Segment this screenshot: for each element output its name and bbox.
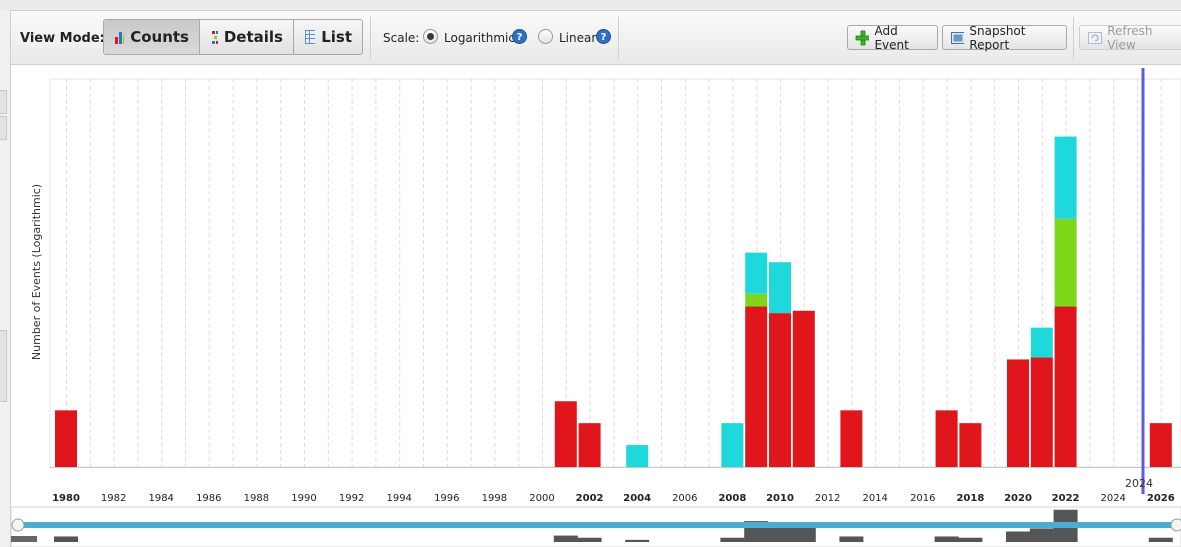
x-tick-label: 2000	[529, 493, 554, 504]
bar-segment[interactable]	[578, 423, 601, 467]
overview-bar	[791, 526, 816, 542]
x-tick-label: 1990	[291, 493, 316, 504]
bar-segment[interactable]	[1054, 306, 1077, 467]
y-axis-label: Number of Events (Logarithmic)	[30, 184, 43, 360]
bar-segment[interactable]	[1030, 327, 1053, 358]
bar-segment[interactable]	[1054, 136, 1077, 219]
bar-segment[interactable]	[769, 313, 791, 467]
bar-segment[interactable]	[1149, 423, 1172, 467]
x-tick-label: 2012	[815, 493, 840, 504]
x-tick-label: 1998	[482, 493, 507, 504]
x-tick-label: 1986	[196, 493, 221, 504]
overview-bar	[577, 537, 602, 542]
overview-bar	[11, 536, 37, 542]
x-tick-label: 2006	[672, 493, 697, 504]
x-tick-label: 2002	[576, 493, 604, 504]
x-tick-label: 2010	[766, 493, 794, 504]
x-tick-label: 1984	[148, 493, 173, 504]
x-tick-label: 2016	[910, 493, 935, 504]
x-tick-label: 1980	[52, 493, 80, 504]
overview-bar	[1148, 537, 1173, 542]
x-tick-label: 1982	[101, 493, 126, 504]
x-tick-label: 2020	[1004, 493, 1032, 504]
bar-segment[interactable]	[554, 401, 577, 467]
overview-bar	[958, 537, 983, 542]
bar-segment[interactable]	[769, 262, 791, 314]
overview-bar	[553, 535, 578, 542]
bar-segment[interactable]	[55, 410, 77, 467]
x-tick-label: 2026	[1147, 493, 1175, 504]
overview-bar	[54, 536, 78, 542]
bar-segment[interactable]	[792, 310, 815, 467]
x-tick-label: 1992	[339, 493, 364, 504]
overview-histogram	[10, 506, 1181, 547]
overview-bar	[1006, 531, 1030, 542]
bar-segment[interactable]	[745, 293, 768, 307]
bar-segment[interactable]	[1030, 357, 1053, 467]
current-date-marker-label: 2024	[1125, 477, 1153, 490]
bar-segment[interactable]	[935, 410, 958, 467]
x-tick-label: 2024	[1100, 493, 1125, 504]
overview-bar	[1029, 528, 1054, 542]
overview-range-bar[interactable]	[18, 522, 1181, 528]
overview-bar	[625, 539, 650, 542]
overview-bar	[934, 536, 959, 542]
x-tick-label: 1988	[244, 493, 269, 504]
x-tick-label: 2008	[718, 493, 746, 504]
x-tick-label: 1996	[434, 493, 459, 504]
x-tick-label: 2018	[956, 493, 984, 504]
bar-segment[interactable]	[840, 410, 863, 467]
bar-segment[interactable]	[721, 423, 744, 467]
x-tick-label: 2022	[1052, 493, 1080, 504]
bar-segment[interactable]	[959, 423, 982, 467]
bar-segment[interactable]	[1007, 359, 1029, 467]
bar-segment[interactable]	[626, 445, 649, 467]
overview-bar	[720, 537, 745, 542]
bar-segment[interactable]	[745, 252, 768, 294]
event-count-chart: 1980 1982 1984 1986 1988 1990 1992 1994 1996 1998…	[10, 68, 1181, 547]
range-start-handle[interactable]	[11, 518, 25, 532]
bar-segment[interactable]	[745, 306, 768, 467]
bar-segment[interactable]	[1054, 218, 1077, 307]
x-tick-label: 2004	[623, 493, 651, 504]
x-tick-label: 2014	[862, 493, 887, 504]
range-end-handle[interactable]	[1170, 518, 1181, 532]
overview-bar	[839, 536, 864, 542]
x-tick-label: 1994	[386, 493, 411, 504]
